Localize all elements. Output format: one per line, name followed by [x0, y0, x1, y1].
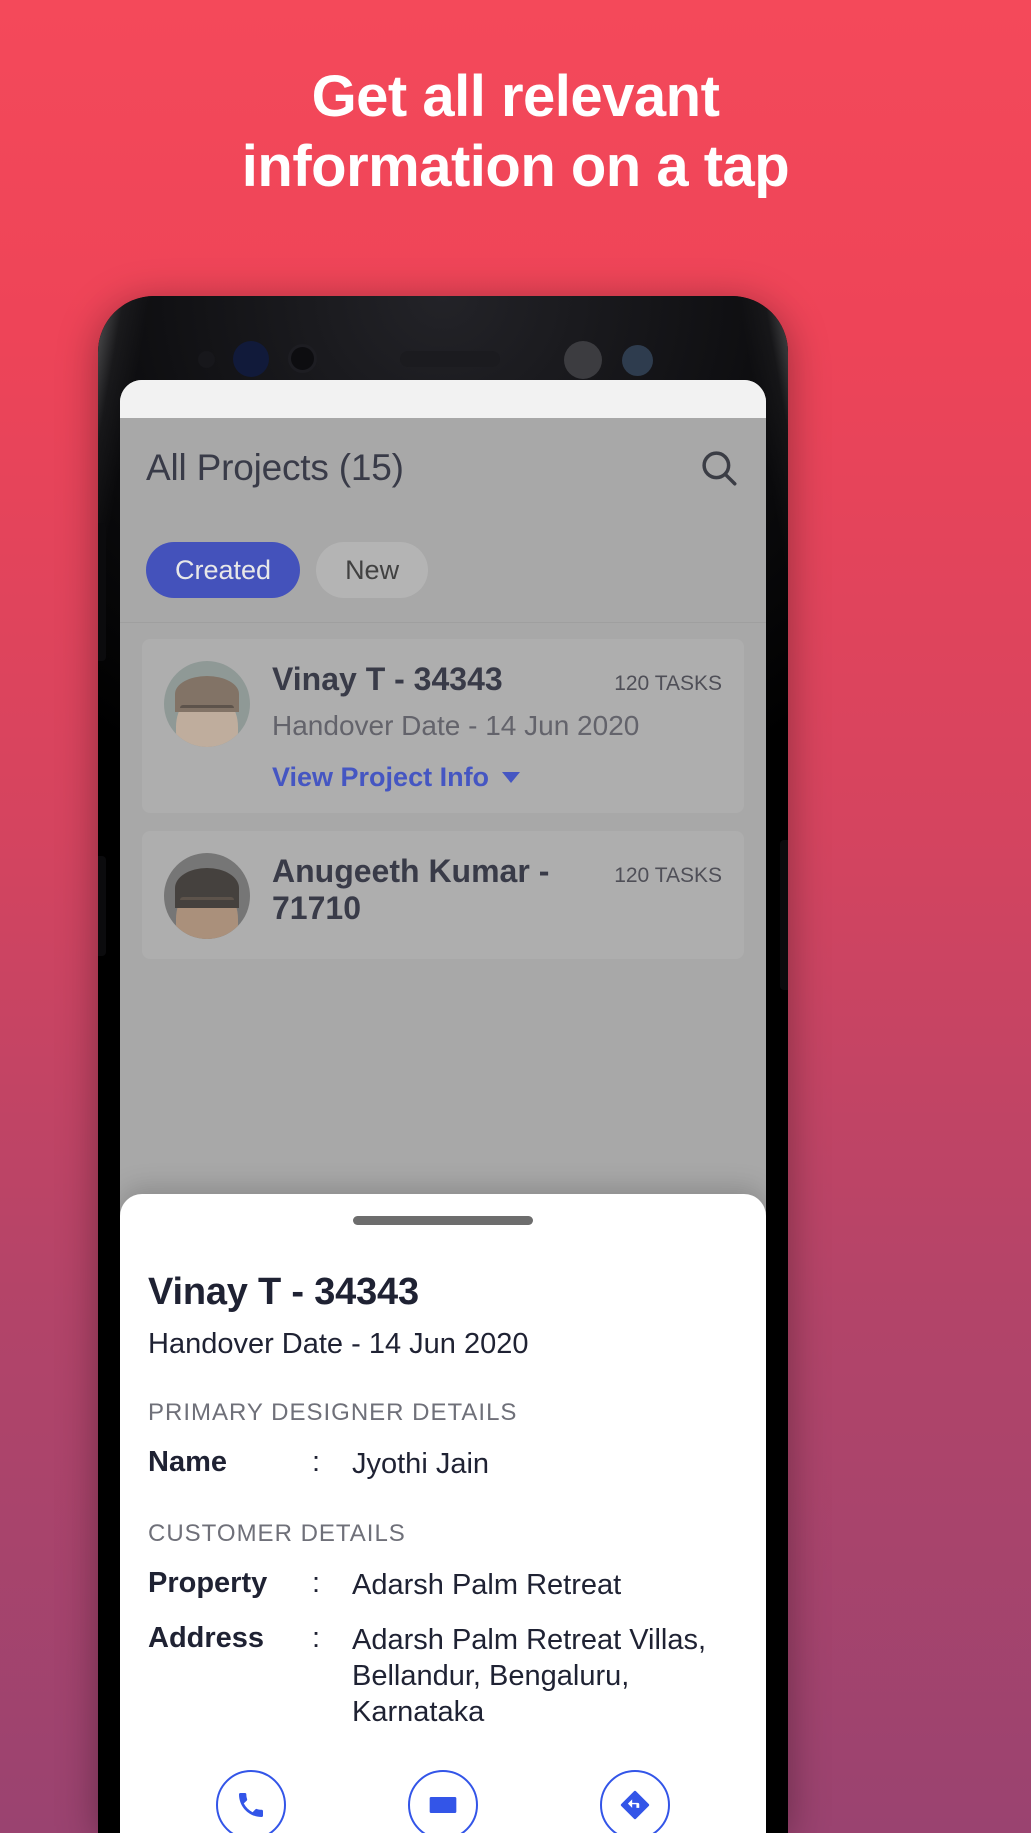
phone-sensor-row — [98, 334, 788, 384]
assistant-button — [98, 856, 106, 956]
handover-date: Handover Date - 14 Jun 2020 — [272, 710, 640, 741]
project-card-body: Anugeeth Kumar - 71710 120 TASKS — [272, 853, 722, 939]
customer-section-label: CUSTOMER DETAILS — [148, 1520, 406, 1547]
task-count-badge: 120 TASKS — [614, 864, 722, 887]
sheet-action-row: CALL EMAIL DIRECTION — [148, 1770, 738, 1833]
iris-sensor-icon — [233, 341, 269, 377]
drag-handle[interactable] — [353, 1216, 533, 1225]
email-button[interactable]: EMAIL — [358, 1770, 528, 1833]
secondary-sensor-icon — [622, 345, 653, 376]
project-list: Vinay T - 34343 120 TASKS Handover Date … — [120, 623, 766, 959]
avatar — [164, 661, 250, 747]
phone-icon — [216, 1770, 286, 1833]
row-separator: : — [312, 1567, 321, 1599]
earpiece-speaker — [400, 351, 500, 367]
app-header: All Projects (15) — [120, 418, 766, 518]
task-count-badge: 120 TASKS — [614, 672, 722, 695]
status-bar — [120, 380, 766, 418]
sheet-handover-date: Handover Date - 14 Jun 2020 — [148, 1328, 529, 1360]
power-button — [780, 840, 788, 990]
row-separator: : — [312, 1446, 321, 1478]
chevron-down-icon — [502, 772, 521, 783]
project-card[interactable]: Anugeeth Kumar - 71710 120 TASKS — [142, 831, 744, 959]
proximity-sensor-icon — [198, 351, 215, 368]
project-info-bottom-sheet: Vinay T - 34343 Handover Date - 14 Jun 2… — [120, 1194, 766, 1833]
volume-button — [98, 523, 106, 661]
row-value: Jyothi Jain — [352, 1448, 490, 1480]
project-name: Vinay T - 34343 — [272, 661, 503, 697]
headline-line-2: information on a tap — [241, 134, 790, 199]
customer-property-row: Property : Adarsh Palm Retreat — [148, 1567, 738, 1603]
row-value: Adarsh Palm Retreat — [352, 1569, 622, 1601]
front-camera-icon — [564, 341, 602, 379]
light-sensor-icon — [288, 344, 317, 373]
envelope-icon — [408, 1770, 478, 1833]
app-background-screen: All Projects (15) Created New Vinay T - … — [120, 418, 766, 1833]
customer-address-row: Address : Adarsh Palm Retreat Villas, Be… — [148, 1622, 738, 1730]
view-project-info-link[interactable]: View Project Info — [272, 762, 722, 793]
view-project-info-label: View Project Info — [272, 762, 490, 792]
promo-headline: Get all relevant information on a tap — [0, 62, 1031, 202]
row-key: Address — [148, 1622, 265, 1654]
page-title: All Projects (15) — [146, 447, 404, 488]
filter-chip-new[interactable]: New — [316, 542, 429, 598]
phone-mockup: All Projects (15) Created New Vinay T - … — [98, 296, 788, 1833]
sheet-title: Vinay T - 34343 — [148, 1271, 419, 1313]
row-key: Name — [148, 1446, 227, 1478]
designer-section-label: PRIMARY DESIGNER DETAILS — [148, 1399, 518, 1426]
filter-chip-row: Created New — [120, 518, 766, 622]
direction-button[interactable]: DIRECTION — [550, 1770, 720, 1833]
row-separator: : — [312, 1622, 321, 1654]
search-icon[interactable] — [698, 447, 740, 489]
direction-arrow-icon — [600, 1770, 670, 1833]
headline-line-1: Get all relevant — [311, 64, 720, 129]
call-button[interactable]: CALL — [166, 1770, 336, 1833]
designer-name-row: Name : Jyothi Jain — [148, 1446, 738, 1482]
row-value: Adarsh Palm Retreat Villas, Bellandur, B… — [352, 1624, 707, 1728]
filter-chip-created[interactable]: Created — [146, 542, 301, 598]
project-name: Anugeeth Kumar - 71710 — [272, 853, 550, 926]
phone-screen: All Projects (15) Created New Vinay T - … — [120, 380, 766, 1833]
project-card[interactable]: Vinay T - 34343 120 TASKS Handover Date … — [142, 639, 744, 813]
project-card-body: Vinay T - 34343 120 TASKS Handover Date … — [272, 661, 722, 793]
row-key: Property — [148, 1567, 268, 1599]
avatar — [164, 853, 250, 939]
